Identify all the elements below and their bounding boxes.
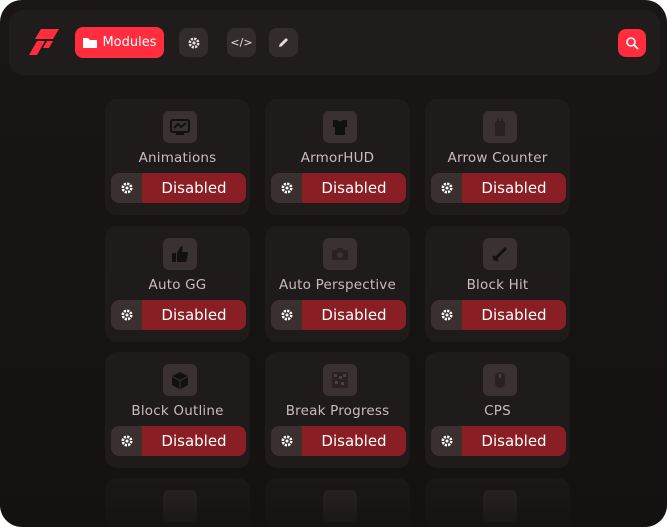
module-name: Block Outline — [131, 403, 224, 419]
module-settings-button[interactable] — [271, 173, 302, 203]
module-card: Auto Perspective Disabled — [265, 226, 410, 342]
module-name: CPS — [484, 403, 511, 419]
module-controls: Disabled — [431, 173, 566, 203]
module-toggle-button[interactable]: Disabled — [462, 300, 566, 330]
module-controls: Disabled — [271, 426, 406, 456]
module-name: Arrow Counter — [447, 150, 548, 166]
logo-icon — [29, 29, 59, 55]
gear-icon — [121, 309, 132, 321]
gear-icon — [281, 435, 292, 447]
module-card: Break Progress Disabled — [265, 352, 410, 468]
gear-icon — [121, 435, 132, 447]
code-icon: </> — [230, 36, 253, 49]
module-toggle-button[interactable]: Disabled — [462, 173, 566, 203]
module-name: Block Hit — [466, 277, 529, 293]
module-card: Block Outline Disabled — [105, 352, 250, 468]
edit-button[interactable] — [269, 28, 298, 57]
settings-button[interactable] — [179, 28, 208, 57]
module-controls: Disabled — [431, 300, 566, 330]
folder-icon — [83, 38, 98, 48]
modules-label: Modules — [102, 35, 157, 50]
gear-icon — [441, 309, 452, 321]
module-controls: Disabled — [111, 426, 246, 456]
module-card: Arrow Counter Disabled — [425, 99, 570, 215]
app-window: Modules </> Animations Disabled ArmorHUD… — [0, 0, 667, 527]
module-toggle-button[interactable]: Disabled — [142, 173, 246, 203]
armor-icon — [323, 111, 357, 143]
module-settings-button[interactable] — [111, 300, 142, 330]
module-card: Auto GG Disabled — [105, 226, 250, 342]
animation-icon — [163, 111, 197, 143]
quiver-icon — [483, 111, 517, 143]
module-name: Break Progress — [285, 403, 390, 419]
module-name: ArmorHUD — [300, 150, 375, 166]
mouse-icon — [483, 364, 517, 396]
gear-icon — [121, 182, 132, 194]
module-settings-button[interactable] — [431, 300, 462, 330]
camera-icon — [323, 238, 357, 270]
top-bar: Modules </> — [9, 10, 660, 75]
code-button[interactable]: </> — [227, 28, 256, 57]
module-name: Auto GG — [148, 277, 207, 293]
pencil-icon — [279, 38, 288, 47]
gear-icon — [188, 37, 199, 48]
sword-icon — [483, 238, 517, 270]
module-settings-button[interactable] — [111, 173, 142, 203]
module-card: Block Hit Disabled — [425, 226, 570, 342]
module-settings-button[interactable] — [111, 426, 142, 456]
module-controls: Disabled — [431, 426, 566, 456]
gear-icon — [441, 182, 452, 194]
module-controls: Disabled — [111, 173, 246, 203]
module-toggle-button[interactable]: Disabled — [302, 173, 406, 203]
module-settings-button[interactable] — [431, 426, 462, 456]
module-settings-button[interactable] — [431, 173, 462, 203]
module-name: Auto Perspective — [278, 277, 397, 293]
pattern-icon — [323, 364, 357, 396]
module-card: ArmorHUD Disabled — [265, 99, 410, 215]
cube-icon — [163, 364, 197, 396]
module-controls: Disabled — [271, 300, 406, 330]
bottom-fade — [0, 470, 667, 527]
module-card: Animations Disabled — [105, 99, 250, 215]
gear-icon — [281, 309, 292, 321]
module-controls: Disabled — [111, 300, 246, 330]
module-toggle-button[interactable]: Disabled — [302, 426, 406, 456]
module-name: Animations — [138, 150, 217, 166]
search-button[interactable] — [618, 29, 646, 57]
search-icon — [626, 37, 639, 50]
module-toggle-button[interactable]: Disabled — [302, 300, 406, 330]
module-controls: Disabled — [271, 173, 406, 203]
modules-button[interactable]: Modules — [75, 27, 164, 58]
gear-icon — [281, 182, 292, 194]
module-toggle-button[interactable]: Disabled — [142, 426, 246, 456]
module-card: CPS Disabled — [425, 352, 570, 468]
gear-icon — [441, 435, 452, 447]
module-settings-button[interactable] — [271, 300, 302, 330]
module-toggle-button[interactable]: Disabled — [462, 426, 566, 456]
thumbs-up-icon — [163, 238, 197, 270]
module-settings-button[interactable] — [271, 426, 302, 456]
module-toggle-button[interactable]: Disabled — [142, 300, 246, 330]
